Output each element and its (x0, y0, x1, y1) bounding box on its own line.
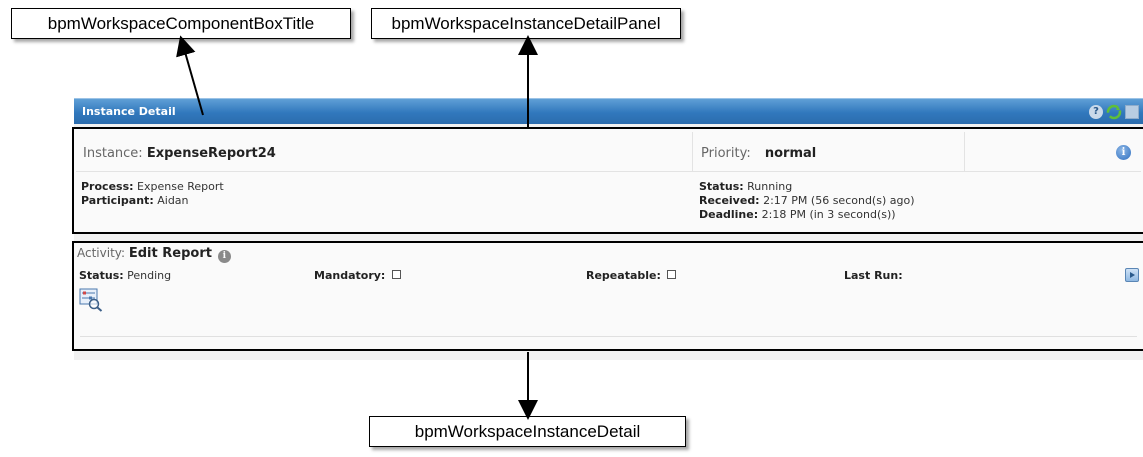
instance-detail-activity: Activity: Edit Report i Status: Pending … (72, 241, 1143, 351)
received-label: Received: (699, 194, 760, 207)
process-row: Process: Expense Report (81, 180, 224, 194)
mandatory-checkbox[interactable] (391, 270, 401, 279)
priority-value: normal (764, 146, 817, 161)
received-value: 2:17 PM (56 second(s) ago) (763, 194, 915, 207)
process-value: Expense Report (137, 180, 224, 193)
participant-value: Aidan (157, 194, 189, 207)
participant-row: Participant: Aidan (81, 194, 224, 208)
activity-info-icon[interactable]: i (217, 250, 231, 263)
callout-instance-detail-panel: bpmWorkspaceInstanceDetailPanel (371, 8, 681, 39)
repeatable-label: Repeatable: (586, 269, 661, 282)
instance-left-details: Process: Expense Report Participant: Aid… (81, 180, 224, 208)
activity-status-value: Pending (127, 269, 172, 282)
received-row: Received: 2:17 PM (56 second(s) ago) (699, 194, 914, 208)
last-run-label: Last Run: (844, 269, 903, 282)
info-icon[interactable]: i (1116, 145, 1131, 160)
last-run-field: Last Run: (844, 269, 903, 282)
column-divider (692, 132, 693, 171)
component-box-title-bar: Instance Detail ? (74, 98, 1143, 124)
activity-status: Status: Pending (79, 269, 171, 283)
status-label: Status: (699, 180, 744, 193)
mandatory-label: Mandatory: (314, 269, 386, 282)
activity-name: Edit Report (128, 246, 212, 261)
activity-title: Activity: Edit Report i (77, 246, 231, 263)
instance-right-details: Status: Running Received: 2:17 PM (56 se… (699, 180, 914, 222)
callout-component-box-title: bpmWorkspaceComponentBoxTitle (11, 8, 351, 39)
deadline-row: Deadline: 2:18 PM (in 3 second(s)) (699, 208, 914, 222)
inspect-activity-icon[interactable] (79, 288, 103, 312)
instance-header-row: Instance: ExpenseReport24 Priority: norm… (76, 132, 1141, 172)
component-box-title: Instance Detail (82, 105, 176, 118)
repeatable-field: Repeatable: (586, 269, 677, 282)
instance-name: ExpenseReport24 (146, 146, 276, 161)
deadline-value: 2:18 PM (in 3 second(s)) (761, 208, 896, 221)
activity-status-label: Status: (79, 269, 124, 282)
title-bar-icons: ? (1089, 104, 1139, 120)
activity-label: Activity: (77, 246, 126, 260)
priority-field: Priority: normal (701, 146, 816, 161)
minimize-icon[interactable] (1125, 105, 1139, 119)
activity-divider (80, 336, 1137, 337)
participant-label: Participant: (81, 194, 154, 207)
callout-instance-detail: bpmWorkspaceInstanceDetail (369, 416, 686, 447)
instance-label: Instance: (83, 146, 143, 161)
instance-detail-panel: Instance: ExpenseReport24 Priority: norm… (72, 127, 1143, 234)
refresh-icon[interactable] (1106, 104, 1122, 120)
process-label: Process: (81, 180, 134, 193)
column-divider (964, 132, 965, 171)
help-icon[interactable]: ? (1089, 105, 1103, 119)
mandatory-field: Mandatory: (314, 269, 401, 282)
priority-label: Priority: (701, 146, 751, 161)
instance-field: Instance: ExpenseReport24 (83, 146, 276, 161)
deadline-label: Deadline: (699, 208, 759, 221)
expand-arrow-icon[interactable] (1125, 268, 1139, 282)
status-row: Status: Running (699, 180, 914, 194)
repeatable-checkbox[interactable] (667, 270, 677, 279)
status-value: Running (747, 180, 793, 193)
